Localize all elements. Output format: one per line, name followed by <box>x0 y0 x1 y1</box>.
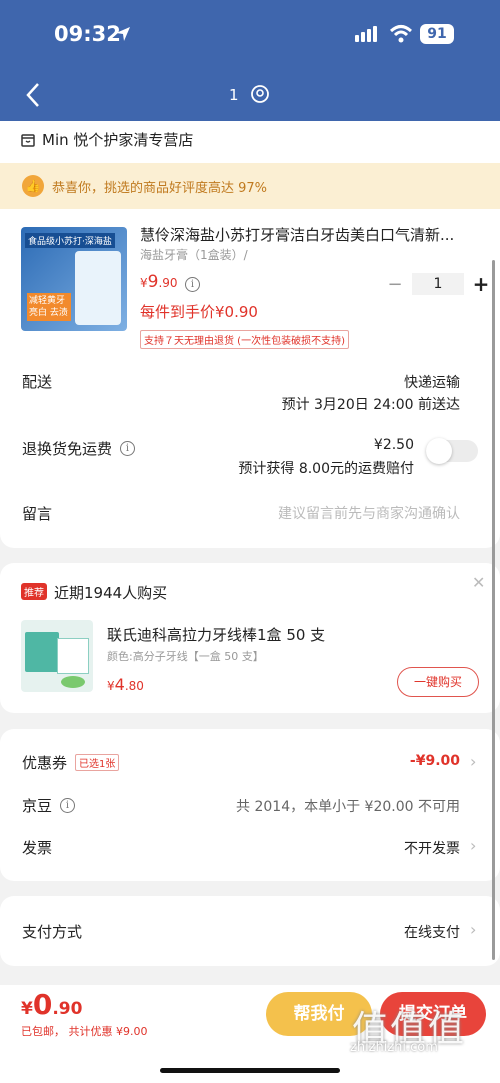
order-total-note: 已包邮， 共计优惠 ¥9.00 <box>21 1025 148 1038</box>
chevron-right-icon[interactable]: › <box>470 752 476 771</box>
invoice-label[interactable]: 发票 <box>22 837 52 858</box>
product-price: ¥9.90 <box>140 272 178 292</box>
product-spec[interactable]: 海盐牙膏（1盒装）/ <box>140 246 248 263</box>
price-info-icon[interactable]: i <box>185 277 200 292</box>
back-button[interactable] <box>22 80 48 110</box>
rating-banner: 👍 恭喜你，挑选的商品好评度高达 97% <box>0 163 500 209</box>
decrease-button[interactable]: − <box>384 274 406 295</box>
increase-button[interactable]: + <box>470 272 492 296</box>
product-image-text: 食品级小苏打·深海盐 <box>25 233 115 248</box>
product-image-tag: 减轻黄牙 亮白 去渍 <box>27 293 71 321</box>
recommend-product-price: ¥4.80 <box>107 675 144 694</box>
message-input[interactable]: 建议留言前先与商家沟通确认 <box>278 503 460 523</box>
delivery-eta: 预计 3月20日 24:00 前送达 <box>281 397 460 413</box>
one-click-buy-button[interactable]: 一键购买 <box>397 667 479 697</box>
recommend-product-name[interactable]: 联氏迪科高拉力牙线棒1盒 50 支 <box>107 624 325 645</box>
chevron-right-icon[interactable]: › <box>470 836 476 855</box>
coupon-selected-tag: 已选1张 <box>75 754 120 771</box>
payment-value[interactable]: 在线支付 <box>404 922 460 942</box>
toggle-knob <box>426 438 452 464</box>
return-shipping-note: 预计获得 8.00元的运费赔付 <box>238 461 414 477</box>
rating-banner-text: 恭喜你，挑选的商品好评度高达 97% <box>52 180 268 196</box>
location-pin-icon[interactable] <box>250 84 270 104</box>
signal-icon <box>355 26 377 42</box>
recommend-tag: 推荐 <box>21 583 47 600</box>
jingdou-row: 京豆 i <box>22 795 76 816</box>
product-image[interactable]: 食品级小苏打·深海盐 减轻黄牙 亮白 去渍 <box>21 227 127 331</box>
return-shipping-price: ¥2.50 <box>373 437 414 453</box>
invoice-value[interactable]: 不开发票 <box>404 838 460 858</box>
scrollbar[interactable] <box>492 260 495 960</box>
recommend-title: 近期1944人购买 <box>54 584 168 602</box>
jingdou-label: 京豆 <box>22 797 53 815</box>
battery-icon: 91 <box>420 24 454 44</box>
top-header: 09:32 91 1 <box>0 0 500 121</box>
price-dec: .90 <box>158 276 178 290</box>
location-arrow-icon <box>116 27 130 41</box>
product-title[interactable]: 慧伶深海盐小苏打牙膏洁白牙齿美白口气清新... <box>140 224 470 245</box>
coupon-value[interactable]: -¥9.00 <box>410 753 460 769</box>
delivery-label: 配送 <box>22 373 53 391</box>
shop-header[interactable]: Min 悦个护家清专营店 <box>20 129 193 150</box>
delivery-method[interactable]: 快递运输 <box>404 372 460 392</box>
recommend-product-spec: 颜色:高分子牙线【一盒 50 支】 <box>107 650 264 663</box>
price-int: 9 <box>147 272 159 292</box>
order-total: ¥0.90 <box>21 988 83 1021</box>
shop-name: Min 悦个护家清专营店 <box>42 131 194 149</box>
wifi-icon <box>389 25 413 43</box>
shop-icon <box>21 133 35 147</box>
nav-address-count: 1 <box>229 86 239 104</box>
jingdou-info-icon[interactable]: i <box>60 798 76 813</box>
chevron-right-icon[interactable]: › <box>470 920 476 939</box>
return-shipping-toggle[interactable] <box>426 438 478 464</box>
quantity-stepper: − 1 + <box>384 272 492 296</box>
return-shipping-label: 退换货免运费 <box>22 440 113 458</box>
return-shipping-row: 退换货免运费 i <box>22 438 136 459</box>
return-policy-tag: 支持７天无理由退货 (一次性包装破损不支持) <box>140 330 349 349</box>
recommend-product-image[interactable] <box>21 620 93 692</box>
message-label: 留言 <box>22 505 53 523</box>
thumbs-up-icon: 👍 <box>22 175 44 197</box>
price-symbol: ¥ <box>140 276 148 290</box>
status-time: 09:32 <box>54 22 121 46</box>
return-shipping-info-icon[interactable]: i <box>120 441 136 456</box>
product-tube-graphic <box>75 251 121 325</box>
payment-label[interactable]: 支付方式 <box>22 921 82 942</box>
coupon-label[interactable]: 优惠券 <box>22 752 67 773</box>
quantity-input[interactable]: 1 <box>412 273 464 295</box>
unit-price: 每件到手价¥0.90 <box>140 303 258 321</box>
watermark-text: zhizhizhi.com <box>350 1040 438 1055</box>
home-indicator[interactable] <box>160 1068 340 1073</box>
jingdou-value: 共 2014，本单小于 ¥20.00 不可用 <box>236 799 460 815</box>
close-icon[interactable]: ✕ <box>472 573 485 592</box>
